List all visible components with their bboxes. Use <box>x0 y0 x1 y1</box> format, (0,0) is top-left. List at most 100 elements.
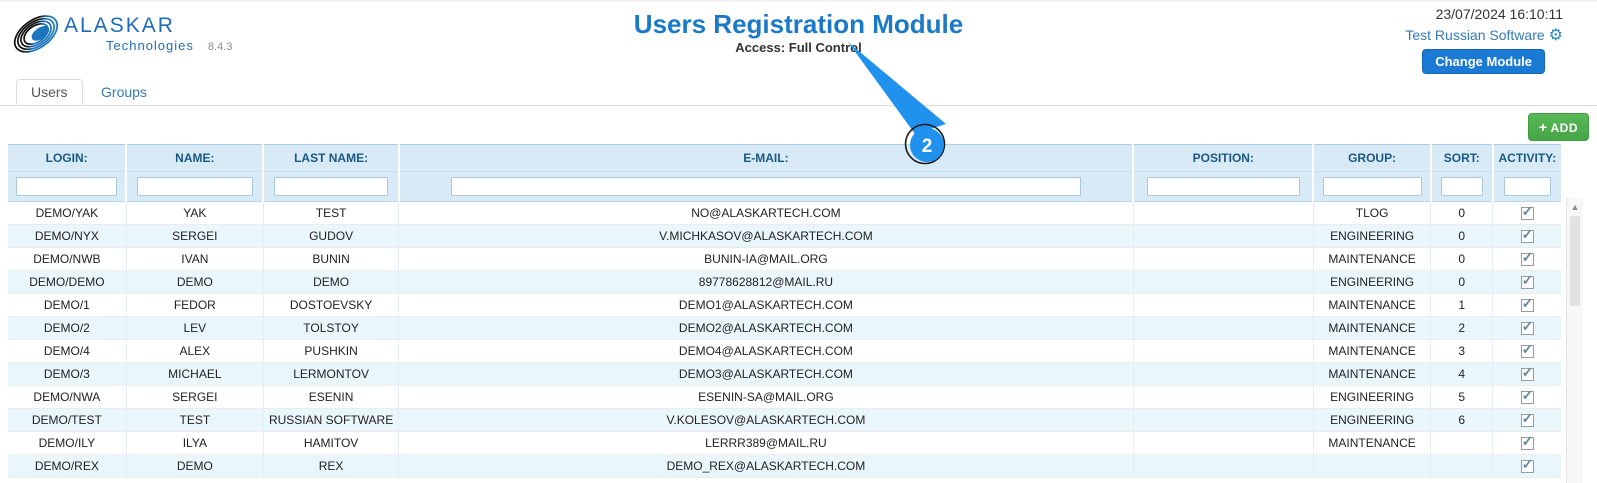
cell-last_name: HAMITOV <box>262 431 399 455</box>
cell-sort: 4 <box>1430 362 1493 386</box>
cell-group: TLOG <box>1312 201 1431 225</box>
column-header-group[interactable]: GROUP: <box>1312 144 1431 172</box>
title-block: Users Registration Module Access: Full C… <box>0 10 1597 55</box>
table-row[interactable]: DEMO/NWA SERGEI ESENIN ESENIN-SA@MAIL.ORG EN… <box>8 385 1561 409</box>
cell-email: BUNIN-IA@MAIL.ORG <box>398 247 1134 271</box>
activity-checkbox[interactable]: ✓ <box>1520 341 1534 359</box>
cell-login: DEMO/4 <box>8 339 127 363</box>
cell-email: DEMO4@ALASKARTECH.COM <box>398 339 1134 363</box>
filter-cell-last_name <box>262 171 399 202</box>
cell-position <box>1132 247 1314 271</box>
activity-checkbox[interactable]: ✓ <box>1520 272 1534 290</box>
gear-icon[interactable]: ⚙ <box>1549 27 1563 44</box>
table-row[interactable]: DEMO/DEMO DEMO DEMO 89778628812@MAIL.RU ENGI… <box>8 270 1561 294</box>
filter-input-group[interactable] <box>1322 177 1422 196</box>
filter-input-email[interactable] <box>450 177 1081 196</box>
cell-last_name: RUSSIAN SOFTWARE <box>262 408 399 432</box>
cell-activity: ✓ <box>1492 316 1561 340</box>
checkmark-icon: ✓ <box>1521 364 1534 381</box>
cell-login: DEMO/TEST <box>8 408 127 432</box>
cell-sort: 5 <box>1430 385 1493 409</box>
table-row[interactable]: DEMO/3 MICHAEL LERMONTOV DEMO3@ALASKARTECH.… <box>8 362 1561 386</box>
cell-last_name: REX <box>262 454 399 478</box>
filter-input-sort[interactable] <box>1440 177 1483 196</box>
checkmark-icon: ✓ <box>1521 272 1534 289</box>
column-header-sort[interactable]: SORT: <box>1429 144 1493 172</box>
change-module-button[interactable]: Change Module <box>1422 49 1545 74</box>
activity-checkbox[interactable]: ✓ <box>1520 364 1534 382</box>
column-header-email[interactable]: E-MAIL: <box>397 144 1134 172</box>
checkmark-icon: ✓ <box>1521 318 1534 335</box>
filter-input-login[interactable] <box>16 177 117 196</box>
activity-checkbox[interactable]: ✓ <box>1520 456 1534 474</box>
cell-group: ENGINEERING <box>1312 270 1431 294</box>
column-header-name[interactable]: NAME: <box>125 144 264 172</box>
cell-group: ENGINEERING <box>1312 385 1431 409</box>
column-header-position[interactable]: POSITION: <box>1132 144 1314 172</box>
filter-cell-sort <box>1429 171 1493 202</box>
cell-group: MAINTENANCE <box>1312 316 1431 340</box>
scrollbar-thumb[interactable] <box>1570 216 1580 306</box>
column-header-login[interactable]: LOGIN: <box>8 144 127 172</box>
cell-activity: ✓ <box>1492 270 1561 294</box>
table-row[interactable]: DEMO/4 ALEX PUSHKIN DEMO4@ALASKARTECH.COM MA… <box>8 339 1561 363</box>
table-row[interactable]: DEMO/REX DEMO REX DEMO_REX@ALASKARTECH.COM ✓ <box>8 454 1561 478</box>
table-row[interactable]: DEMO/NWB IVAN BUNIN BUNIN-IA@MAIL.ORG MAINTE… <box>8 247 1561 271</box>
activity-checkbox[interactable]: ✓ <box>1520 410 1534 428</box>
table-row[interactable]: DEMO/ILY ILYA HAMITOV LERRR389@MAIL.RU MAINT… <box>8 431 1561 455</box>
activity-checkbox[interactable]: ✓ <box>1520 295 1534 313</box>
cell-last_name: TEST <box>262 201 399 225</box>
cell-email: DEMO2@ALASKARTECH.COM <box>398 316 1134 340</box>
column-header-last_name[interactable]: LAST NAME: <box>262 144 399 172</box>
activity-checkbox[interactable]: ✓ <box>1520 433 1534 451</box>
cell-activity: ✓ <box>1492 362 1561 386</box>
checkmark-icon: ✓ <box>1521 226 1534 243</box>
checkmark-icon: ✓ <box>1521 203 1534 220</box>
table-row[interactable]: DEMO/TEST TEST RUSSIAN SOFTWARE V.KOLESOV@A… <box>8 408 1561 432</box>
cell-name: TEST <box>125 408 264 432</box>
datetime-label: 23/07/2024 16:10:11 <box>1435 6 1563 22</box>
toolbar: + ADD <box>0 106 1597 144</box>
filter-input-position[interactable] <box>1146 177 1300 196</box>
cell-email: V.MICHKASOV@ALASKARTECH.COM <box>398 224 1134 248</box>
activity-checkbox[interactable]: ✓ <box>1520 226 1534 244</box>
app-header: ALASKAR Technologies 8.4.3 Users Registr… <box>0 2 1597 74</box>
activity-checkbox[interactable]: ✓ <box>1520 249 1534 267</box>
activity-checkbox[interactable]: ✓ <box>1520 318 1534 336</box>
cell-name: FEDOR <box>125 293 264 317</box>
cell-sort: 6 <box>1430 408 1493 432</box>
filter-input-last_name[interactable] <box>273 177 389 196</box>
cell-sort: 0 <box>1430 270 1493 294</box>
cell-last_name: LERMONTOV <box>262 362 399 386</box>
filter-cell-activity <box>1491 171 1561 202</box>
cell-activity: ✓ <box>1492 224 1561 248</box>
cell-login: DEMO/NWA <box>8 385 127 409</box>
column-header-activity[interactable]: ACTIVITY: <box>1491 144 1561 172</box>
table-row[interactable]: DEMO/1 FEDOR DOSTOEVSKY DEMO1@ALASKARTECH.C… <box>8 293 1561 317</box>
activity-checkbox[interactable]: ✓ <box>1520 203 1534 221</box>
cell-name: ALEX <box>125 339 264 363</box>
table-row[interactable]: DEMO/2 LEV TOLSTOY DEMO2@ALASKARTECH.COM MAI… <box>8 316 1561 340</box>
table-row[interactable]: DEMO/YAK YAK TEST NO@ALASKARTECH.COM TLOG 0 ✓ <box>8 201 1561 225</box>
cell-group: MAINTENANCE <box>1312 362 1431 386</box>
cell-last_name: DOSTOEVSKY <box>262 293 399 317</box>
scroll-up-arrow-icon[interactable]: ▲ <box>1567 198 1583 215</box>
tab-groups[interactable]: Groups <box>87 80 161 104</box>
cell-activity: ✓ <box>1492 201 1561 225</box>
cell-activity: ✓ <box>1492 431 1561 455</box>
cell-login: DEMO/REX <box>8 454 127 478</box>
vertical-scrollbar[interactable]: ▲ <box>1566 198 1583 483</box>
filter-input-name[interactable] <box>136 177 253 196</box>
cell-position <box>1132 293 1314 317</box>
activity-checkbox[interactable]: ✓ <box>1520 387 1534 405</box>
users-table-wrap: LOGIN: NAME: LAST NAME: E-MAIL: POSITION: GRO… <box>8 144 1561 478</box>
tab-users[interactable]: Users <box>16 79 83 105</box>
cell-name: IVAN <box>125 247 264 271</box>
add-user-button[interactable]: + ADD <box>1527 113 1589 141</box>
cell-email: ESENIN-SA@MAIL.ORG <box>398 385 1134 409</box>
current-module-link[interactable]: Test Russian Software ⚙ <box>1405 25 1563 45</box>
table-row[interactable]: DEMO/NYX SERGEI GUDOV V.MICHKASOV@ALASKARTE… <box>8 224 1561 248</box>
cell-last_name: ESENIN <box>262 385 399 409</box>
filter-input-activity[interactable] <box>1503 177 1551 196</box>
cell-name: YAK <box>125 201 264 225</box>
